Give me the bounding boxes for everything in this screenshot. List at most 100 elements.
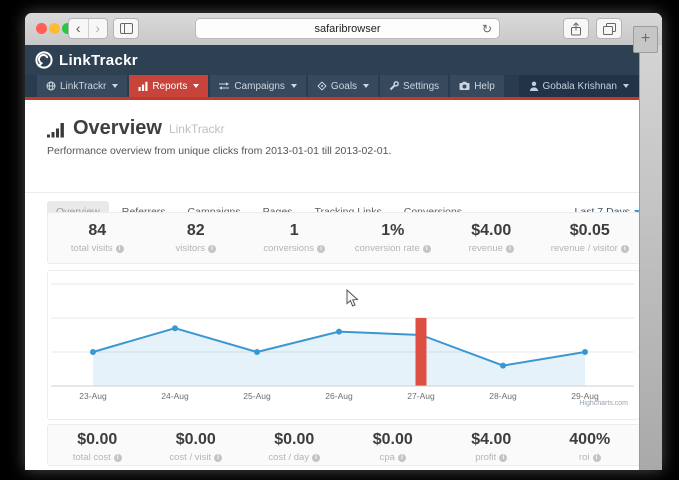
reload-icon[interactable]: ↻ [482, 22, 492, 36]
nav-item-settings[interactable]: Settings [380, 75, 448, 97]
svg-text:24-Aug: 24-Aug [161, 391, 189, 401]
stat-label: roi [579, 452, 590, 463]
info-icon[interactable]: i [114, 454, 122, 462]
caret-down-icon [193, 84, 199, 88]
info-icon[interactable]: i [317, 245, 325, 253]
nav-label: Settings [403, 81, 439, 92]
stat-label: cost / day [268, 452, 309, 463]
browser-toolbar: ‹ › safaribrowser ↻ [25, 13, 662, 46]
main-nav: LinkTrackr Reports [25, 75, 640, 100]
close-window-button[interactable] [36, 23, 47, 34]
page-title-suffix: LinkTrackr [169, 122, 225, 138]
forward-button[interactable]: › [88, 19, 108, 38]
goal-diamond-icon [317, 81, 327, 91]
stat-label: revenue / visitor [551, 243, 618, 254]
browser-window: ‹ › safaribrowser ↻ [25, 13, 662, 470]
window-edge-strip [639, 45, 662, 470]
stat-roi: 400% roii [541, 431, 640, 465]
stat-conversion-rate: 1% conversion ratei [344, 222, 443, 263]
info-icon[interactable]: i [593, 454, 601, 462]
nav-label: Help [474, 81, 495, 92]
screenshot-frame: ‹ › safaribrowser ↻ [0, 0, 679, 480]
nav-item-reports[interactable]: Reports [129, 75, 208, 97]
caret-down-icon [291, 84, 297, 88]
site-header: LinkTrackr [25, 45, 640, 75]
nav-label: Reports [152, 81, 187, 92]
sidebar-icon [120, 23, 133, 34]
stat-value: $4.00 [442, 222, 541, 240]
stat-value: $4.00 [442, 431, 541, 449]
svg-text:28-Aug: 28-Aug [489, 391, 517, 401]
sidebar-toggle-button[interactable] [113, 18, 139, 39]
nav-item-campaigns[interactable]: Campaigns [210, 75, 306, 97]
stat-label: revenue [469, 243, 503, 254]
stat-value: 1 [245, 222, 344, 240]
stat-value: 1% [344, 222, 443, 240]
stat-value: $0.00 [344, 431, 443, 449]
info-icon[interactable]: i [423, 245, 431, 253]
info-icon[interactable]: i [312, 454, 320, 462]
minimize-window-button[interactable] [49, 23, 60, 34]
stat-value: $0.00 [245, 431, 344, 449]
stat-label: profit [475, 452, 496, 463]
info-icon[interactable]: i [214, 454, 222, 462]
svg-text:26-Aug: 26-Aug [325, 391, 353, 401]
logo-text[interactable]: LinkTrackr [59, 52, 138, 69]
info-icon[interactable]: i [499, 454, 507, 462]
visits-chart-panel[interactable]: 23-Aug24-Aug25-Aug26-Aug27-Aug28-Aug29-A… [47, 270, 640, 420]
nav-item-goals[interactable]: Goals [308, 75, 378, 97]
stat-cpa: $0.00 cpai [344, 431, 443, 465]
stat-value: 84 [48, 222, 147, 240]
stat-value: $0.05 [541, 222, 640, 240]
user-icon [529, 81, 539, 91]
stat-label: conversion rate [355, 243, 420, 254]
stat-value: 400% [541, 431, 640, 449]
nav-label: LinkTrackr [60, 81, 106, 92]
stat-conversions: 1 conversionsi [245, 222, 344, 263]
page-subtitle: Performance overview from unique clicks … [47, 145, 391, 157]
stat-total-cost: $0.00 total costi [48, 431, 147, 465]
info-icon[interactable]: i [208, 245, 216, 253]
nav-item-linktrackr[interactable]: LinkTrackr [37, 75, 127, 97]
stat-value: 82 [147, 222, 246, 240]
stats-panel-bottom: $0.00 total costi $0.00 cost / visiti $0… [47, 424, 640, 466]
stat-label: visitors [175, 243, 205, 254]
stats-panel-top: 84 total visitsi 82 visitorsi 1 conversi… [47, 212, 640, 264]
back-button[interactable]: ‹ [69, 19, 88, 38]
caret-down-icon [112, 84, 118, 88]
svg-text:23-Aug: 23-Aug [79, 391, 107, 401]
share-icon [570, 22, 582, 36]
nav-item-help[interactable]: Help [450, 75, 504, 97]
history-nav-buttons: ‹ › [68, 18, 108, 39]
svg-text:Highcharts.com: Highcharts.com [579, 400, 628, 407]
address-bar[interactable]: safaribrowser ↻ [195, 18, 500, 39]
stat-label: cost / visit [169, 452, 211, 463]
user-menu[interactable]: Gobala Krishnan [519, 75, 640, 97]
stat-revenue-per-visitor: $0.05 revenue / visitori [541, 222, 640, 263]
share-button[interactable] [563, 18, 589, 39]
svg-text:25-Aug: 25-Aug [243, 391, 271, 401]
stat-cost-per-day: $0.00 cost / dayi [245, 431, 344, 465]
stat-value: $0.00 [48, 431, 147, 449]
nav-label: Goals [331, 81, 357, 92]
mouse-cursor [346, 289, 359, 308]
info-icon[interactable]: i [506, 245, 514, 253]
stat-value: $0.00 [147, 431, 246, 449]
stat-visitors: 82 visitorsi [147, 222, 246, 263]
stat-revenue: $4.00 revenuei [442, 222, 541, 263]
info-icon[interactable]: i [116, 245, 124, 253]
page-title: Overview [73, 118, 162, 138]
svg-text:27-Aug: 27-Aug [407, 391, 435, 401]
help-camera-icon [459, 81, 470, 91]
user-name: Gobala Krishnan [543, 81, 618, 92]
globe-icon [46, 81, 56, 91]
info-icon[interactable]: i [621, 245, 629, 253]
info-icon[interactable]: i [398, 454, 406, 462]
new-tab-button[interactable]: + [633, 26, 658, 53]
stat-cost-per-visit: $0.00 cost / visiti [147, 431, 246, 465]
show-tabs-button[interactable] [596, 18, 622, 39]
stat-total-visits: 84 total visitsi [48, 222, 147, 263]
shuffle-icon [219, 81, 230, 91]
signal-bars-icon [47, 122, 66, 138]
url-text: safaribrowser [314, 23, 380, 35]
